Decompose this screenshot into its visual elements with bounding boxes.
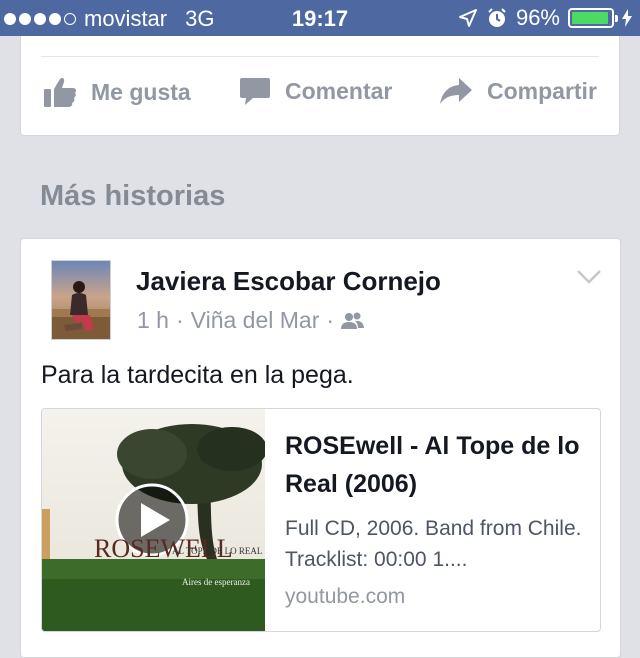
- link-info[interactable]: ROSEwell - Al Tope de lo Real (2006) Ful…: [285, 427, 585, 609]
- battery-icon: [568, 8, 618, 28]
- comment-bubble-icon: [240, 78, 270, 105]
- video-thumbnail[interactable]: ROSEWELL AL TOPE DE LO REAL Aires de esp…: [42, 409, 265, 631]
- like-label: Me gusta: [91, 78, 191, 105]
- chevron-down-icon[interactable]: [576, 269, 602, 285]
- previous-post-card: Me gusta Comentar Compartir: [20, 36, 620, 136]
- link-domain: youtube.com: [285, 585, 406, 608]
- divider: [41, 56, 599, 57]
- link-preview[interactable]: ROSEWELL AL TOPE DE LO REAL Aires de esp…: [41, 408, 601, 632]
- comment-label: Comentar: [285, 77, 393, 104]
- share-arrow-icon: [440, 78, 472, 104]
- share-label: Compartir: [487, 77, 597, 104]
- thumbs-up-icon: [44, 78, 77, 107]
- section-title: Más historias: [40, 180, 226, 212]
- thumbnail-subtitle: AL TOPE DE LO REAL: [172, 546, 263, 556]
- friends-icon[interactable]: [341, 312, 365, 330]
- battery-percent: 96%: [515, 5, 560, 30]
- like-button[interactable]: Me gusta: [43, 76, 191, 108]
- meta-separator: ·: [175, 307, 184, 333]
- meta-separator: ·: [326, 307, 335, 333]
- avatar[interactable]: [51, 260, 111, 340]
- status-bar: movistar 3G 19:17 96%: [0, 0, 640, 36]
- comment-button[interactable]: Comentar: [239, 76, 392, 106]
- author-name[interactable]: Javiera Escobar Cornejo: [136, 266, 441, 297]
- post-location[interactable]: Viña del Mar: [191, 307, 320, 334]
- thumbnail-caption: Aires de esperanza: [182, 577, 250, 587]
- story-card: Javiera Escobar Cornejo 1 h · Viña del M…: [20, 238, 621, 658]
- alarm-icon: [488, 8, 506, 27]
- post-actions: Me gusta Comentar Compartir: [21, 76, 619, 116]
- charging-bolt-icon: [622, 9, 632, 27]
- link-description: Full CD, 2006. Band from Chile. Tracklis…: [285, 517, 582, 571]
- share-button[interactable]: Compartir: [439, 76, 597, 106]
- location-arrow-icon: [458, 9, 477, 27]
- link-title[interactable]: ROSEwell - Al Tope de lo Real (2006): [285, 427, 585, 503]
- post-meta: 1 h · Viña del Mar ·: [137, 307, 365, 334]
- post-time[interactable]: 1 h: [137, 307, 169, 334]
- post-text: Para la tardecita en la pega.: [41, 361, 354, 389]
